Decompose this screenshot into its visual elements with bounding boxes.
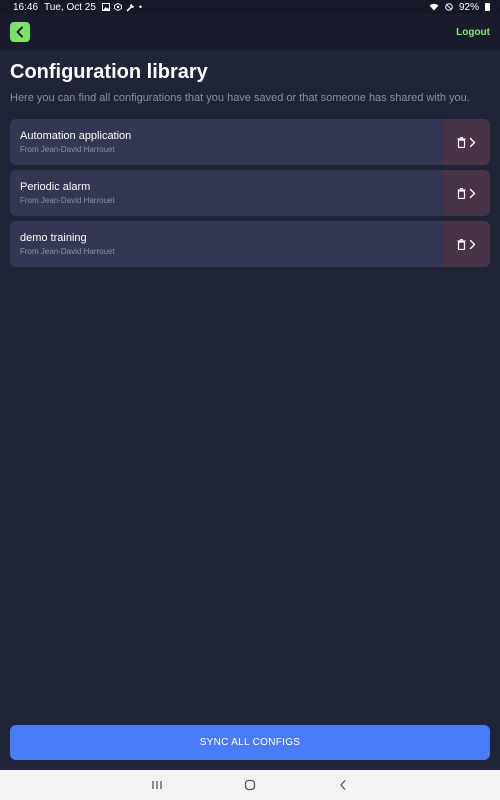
- chevron-right-icon[interactable]: [469, 137, 476, 148]
- sync-all-configs-button[interactable]: SYNC ALL CONFIGS: [10, 725, 490, 760]
- vpn-icon: [113, 3, 122, 11]
- back-button[interactable]: [10, 22, 30, 42]
- do-not-disturb-icon: [445, 3, 453, 11]
- config-author: From Jean-David Harrouet: [20, 196, 115, 205]
- status-dot: •: [138, 2, 143, 12]
- status-notification-icons: •: [101, 2, 143, 12]
- back-arrow-icon: [340, 780, 346, 790]
- config-list: Automation application From Jean-David H…: [10, 119, 490, 267]
- config-item[interactable]: demo training From Jean-David Harrouet: [10, 221, 490, 267]
- wrench-icon: [126, 3, 134, 12]
- battery-icon: [485, 3, 490, 11]
- home-icon: [244, 779, 256, 791]
- status-left: 16:46 Tue, Oct 25 •: [13, 2, 142, 13]
- wifi-icon: [429, 3, 439, 11]
- config-actions[interactable]: [443, 170, 490, 216]
- config-name: Periodic alarm: [20, 181, 91, 193]
- page-title: Configuration library: [10, 61, 208, 83]
- status-right: 92%: [429, 2, 490, 13]
- status-bar: 16:46 Tue, Oct 25 • 92%: [0, 0, 500, 14]
- config-item[interactable]: Automation application From Jean-David H…: [10, 119, 490, 165]
- config-name: demo training: [20, 232, 87, 244]
- chevron-left-icon: [16, 26, 23, 38]
- config-author: From Jean-David Harrouet: [20, 247, 115, 256]
- config-text: demo training From Jean-David Harrouet: [10, 221, 443, 267]
- recent-apps-icon: [152, 781, 162, 789]
- config-author: From Jean-David Harrouet: [20, 145, 115, 154]
- battery-percent: 92%: [458, 1, 479, 13]
- config-text: Periodic alarm From Jean-David Harrouet: [10, 170, 443, 216]
- status-date: Tue, Oct 25: [44, 1, 96, 13]
- config-item[interactable]: Periodic alarm From Jean-David Harrouet: [10, 170, 490, 216]
- app-bar: Logout: [0, 14, 500, 50]
- home-button[interactable]: [238, 773, 262, 797]
- chevron-right-icon[interactable]: [469, 239, 476, 250]
- android-nav-bar: [0, 770, 500, 800]
- config-name: Automation application: [20, 130, 132, 142]
- config-text: Automation application From Jean-David H…: [10, 119, 443, 165]
- config-actions[interactable]: [443, 119, 490, 165]
- page-subtitle: Here you can find all configurations tha…: [10, 92, 470, 104]
- trash-icon[interactable]: [457, 238, 466, 250]
- chevron-right-icon[interactable]: [469, 188, 476, 199]
- config-actions[interactable]: [443, 221, 490, 267]
- system-back-button[interactable]: [331, 773, 355, 797]
- trash-icon[interactable]: [457, 187, 466, 199]
- logout-button[interactable]: Logout: [456, 27, 490, 38]
- status-time: 16:46: [13, 1, 39, 13]
- recent-apps-button[interactable]: [145, 773, 169, 797]
- trash-icon[interactable]: [457, 136, 466, 148]
- image-icon: [101, 3, 110, 11]
